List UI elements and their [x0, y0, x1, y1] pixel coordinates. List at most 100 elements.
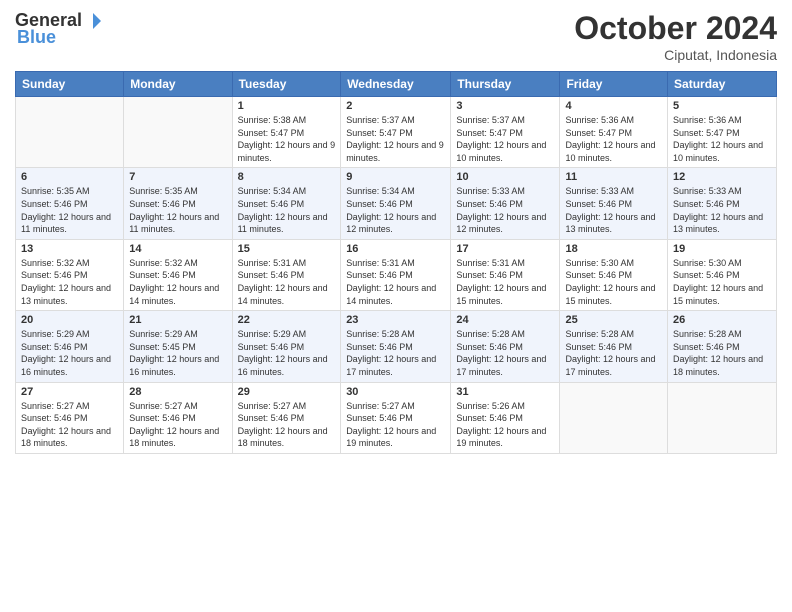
day-number: 4 [565, 100, 662, 112]
table-row: 1 Sunrise: 5:38 AMSunset: 5:47 PMDaylight… [232, 97, 341, 168]
logo-flag-icon [83, 11, 103, 31]
logo: General Blue [15, 10, 104, 48]
table-row: 6 Sunrise: 5:35 AMSunset: 5:46 PMDaylight… [16, 168, 124, 239]
day-info: Sunrise: 5:29 AMSunset: 5:45 PMDaylight:… [129, 328, 226, 378]
day-info: Sunrise: 5:35 AMSunset: 5:46 PMDaylight:… [129, 185, 226, 235]
page: General Blue October 2024 Ciputat, Indon… [0, 0, 792, 612]
table-row: 9 Sunrise: 5:34 AMSunset: 5:46 PMDaylight… [341, 168, 451, 239]
calendar-week-row: 1 Sunrise: 5:38 AMSunset: 5:47 PMDaylight… [16, 97, 777, 168]
table-row: 20Sunrise: 5:29 AMSunset: 5:46 PMDayligh… [16, 311, 124, 382]
day-number: 18 [565, 243, 662, 255]
table-row: 31Sunrise: 5:26 AMSunset: 5:46 PMDayligh… [451, 382, 560, 453]
day-number: 5 [673, 100, 771, 112]
calendar-week-row: 27 Sunrise: 5:27 AMSunset: 5:46 PMDayligh… [16, 382, 777, 453]
calendar-table: Sunday Monday Tuesday Wednesday Thursday… [15, 71, 777, 454]
day-info: Sunrise: 5:33 AMSunset: 5:46 PMDaylight:… [565, 185, 662, 235]
day-info: Sunrise: 5:34 AMSunset: 5:46 PMDaylight:… [346, 185, 445, 235]
table-row [560, 382, 668, 453]
day-number: 7 [129, 171, 226, 183]
day-number: 26 [673, 314, 771, 326]
day-number: 22 [238, 314, 336, 326]
day-number: 27 [21, 386, 118, 398]
day-info: Sunrise: 5:37 AMSunset: 5:47 PMDaylight:… [456, 114, 554, 164]
table-row: 14Sunrise: 5:32 AMSunset: 5:46 PMDayligh… [124, 239, 232, 310]
day-number: 30 [346, 386, 445, 398]
header: General Blue October 2024 Ciputat, Indon… [15, 10, 777, 63]
table-row: 8Sunrise: 5:34 AMSunset: 5:46 PMDaylight… [232, 168, 341, 239]
table-row: 29 Sunrise: 5:27 AMSunset: 5:46 PMDayligh… [232, 382, 341, 453]
table-row: 17 Sunrise: 5:31 AMSunset: 5:46 PMDayligh… [451, 239, 560, 310]
col-monday: Monday [124, 72, 232, 97]
table-row: 13Sunrise: 5:32 AMSunset: 5:46 PMDayligh… [16, 239, 124, 310]
table-row: 19Sunrise: 5:30 AMSunset: 5:46 PMDayligh… [668, 239, 777, 310]
day-number: 3 [456, 100, 554, 112]
day-number: 17 [456, 243, 554, 255]
table-row [16, 97, 124, 168]
calendar-header-row: Sunday Monday Tuesday Wednesday Thursday… [16, 72, 777, 97]
day-info: Sunrise: 5:27 AMSunset: 5:46 PMDaylight:… [346, 400, 445, 450]
day-number: 20 [21, 314, 118, 326]
table-row: 28 Sunrise: 5:27 AMSunset: 5:46 PMDayligh… [124, 382, 232, 453]
table-row: 16 Sunrise: 5:31 AMSunset: 5:46 PMDayligh… [341, 239, 451, 310]
table-row [668, 382, 777, 453]
day-info: Sunrise: 5:31 AMSunset: 5:46 PMDaylight:… [346, 257, 445, 307]
day-number: 21 [129, 314, 226, 326]
day-number: 15 [238, 243, 336, 255]
month-title: October 2024 [574, 10, 777, 47]
day-info: Sunrise: 5:33 AMSunset: 5:46 PMDaylight:… [673, 185, 771, 235]
calendar-week-row: 20Sunrise: 5:29 AMSunset: 5:46 PMDayligh… [16, 311, 777, 382]
calendar-week-row: 6 Sunrise: 5:35 AMSunset: 5:46 PMDaylight… [16, 168, 777, 239]
table-row: 4 Sunrise: 5:36 AMSunset: 5:47 PMDaylight… [560, 97, 668, 168]
day-info: Sunrise: 5:27 AMSunset: 5:46 PMDaylight:… [238, 400, 336, 450]
day-info: Sunrise: 5:31 AMSunset: 5:46 PMDaylight:… [456, 257, 554, 307]
day-info: Sunrise: 5:27 AMSunset: 5:46 PMDaylight:… [129, 400, 226, 450]
table-row: 24 Sunrise: 5:28 AMSunset: 5:46 PMDayligh… [451, 311, 560, 382]
table-row: 22Sunrise: 5:29 AMSunset: 5:46 PMDayligh… [232, 311, 341, 382]
day-number: 25 [565, 314, 662, 326]
day-number: 31 [456, 386, 554, 398]
day-info: Sunrise: 5:28 AMSunset: 5:46 PMDaylight:… [565, 328, 662, 378]
table-row: 27 Sunrise: 5:27 AMSunset: 5:46 PMDayligh… [16, 382, 124, 453]
col-thursday: Thursday [451, 72, 560, 97]
location: Ciputat, Indonesia [574, 47, 777, 63]
day-info: Sunrise: 5:28 AMSunset: 5:46 PMDaylight:… [456, 328, 554, 378]
day-number: 29 [238, 386, 336, 398]
calendar-week-row: 13Sunrise: 5:32 AMSunset: 5:46 PMDayligh… [16, 239, 777, 310]
table-row: 10Sunrise: 5:33 AMSunset: 5:46 PMDayligh… [451, 168, 560, 239]
day-info: Sunrise: 5:32 AMSunset: 5:46 PMDaylight:… [21, 257, 118, 307]
day-info: Sunrise: 5:31 AMSunset: 5:46 PMDaylight:… [238, 257, 336, 307]
day-number: 28 [129, 386, 226, 398]
day-number: 24 [456, 314, 554, 326]
col-saturday: Saturday [668, 72, 777, 97]
day-number: 11 [565, 171, 662, 183]
day-number: 16 [346, 243, 445, 255]
title-section: October 2024 Ciputat, Indonesia [574, 10, 777, 63]
day-info: Sunrise: 5:30 AMSunset: 5:46 PMDaylight:… [565, 257, 662, 307]
day-number: 1 [238, 100, 336, 112]
day-number: 6 [21, 171, 118, 183]
day-info: Sunrise: 5:27 AMSunset: 5:46 PMDaylight:… [21, 400, 118, 450]
table-row: 18 Sunrise: 5:30 AMSunset: 5:46 PMDayligh… [560, 239, 668, 310]
table-row: 30 Sunrise: 5:27 AMSunset: 5:46 PMDayligh… [341, 382, 451, 453]
table-row: 7 Sunrise: 5:35 AMSunset: 5:46 PMDaylight… [124, 168, 232, 239]
table-row: 3 Sunrise: 5:37 AMSunset: 5:47 PMDaylight… [451, 97, 560, 168]
col-sunday: Sunday [16, 72, 124, 97]
day-number: 8 [238, 171, 336, 183]
day-number: 9 [346, 171, 445, 183]
table-row: 11 Sunrise: 5:33 AMSunset: 5:46 PMDayligh… [560, 168, 668, 239]
day-info: Sunrise: 5:36 AMSunset: 5:47 PMDaylight:… [565, 114, 662, 164]
day-number: 10 [456, 171, 554, 183]
day-number: 19 [673, 243, 771, 255]
day-info: Sunrise: 5:37 AMSunset: 5:47 PMDaylight:… [346, 114, 445, 164]
table-row: 5Sunrise: 5:36 AMSunset: 5:47 PMDaylight… [668, 97, 777, 168]
table-row: 15 Sunrise: 5:31 AMSunset: 5:46 PMDayligh… [232, 239, 341, 310]
logo-blue-text: Blue [17, 27, 56, 48]
table-row: 26Sunrise: 5:28 AMSunset: 5:46 PMDayligh… [668, 311, 777, 382]
day-info: Sunrise: 5:35 AMSunset: 5:46 PMDaylight:… [21, 185, 118, 235]
table-row: 12Sunrise: 5:33 AMSunset: 5:46 PMDayligh… [668, 168, 777, 239]
day-info: Sunrise: 5:38 AMSunset: 5:47 PMDaylight:… [238, 114, 336, 164]
col-tuesday: Tuesday [232, 72, 341, 97]
day-info: Sunrise: 5:28 AMSunset: 5:46 PMDaylight:… [346, 328, 445, 378]
day-number: 2 [346, 100, 445, 112]
day-info: Sunrise: 5:32 AMSunset: 5:46 PMDaylight:… [129, 257, 226, 307]
